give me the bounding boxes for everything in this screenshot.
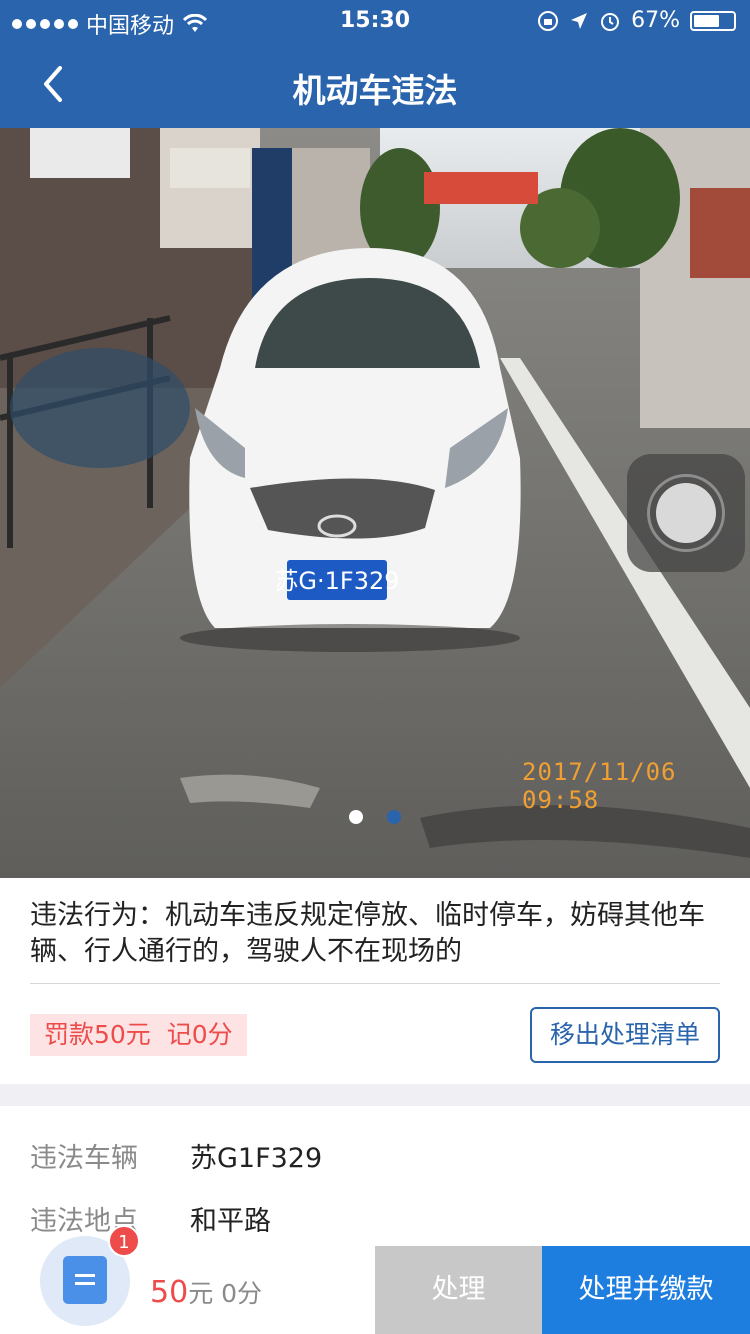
pager-dot-1[interactable] [349, 810, 363, 824]
location-arrow-icon [571, 12, 588, 29]
plate-in-photo: 苏G·1F329 [274, 567, 399, 595]
rotation-lock-icon [538, 10, 559, 31]
battery-icon [690, 10, 736, 31]
process-and-pay-button[interactable]: 处理并缴款 [542, 1246, 750, 1334]
list-count-badge: 1 [108, 1225, 140, 1257]
total-price: 50元 0分 [150, 1274, 262, 1310]
vehicle-label: 违法车辆 [30, 1143, 138, 1174]
battery-percent: 67% [631, 8, 680, 33]
vehicle-value: 苏G1F329 [190, 1143, 323, 1174]
page-title: 机动车违法 [292, 71, 458, 110]
violation-description: 违法行为：机动车违反规定停放、临时停车，妨碍其他车辆、行人通行的，驾驶人不在现场… [30, 900, 705, 967]
remove-from-list-button[interactable]: 移出处理清单 [530, 1007, 720, 1063]
nav-bar: 机动车违法 [0, 40, 750, 128]
divider [30, 983, 720, 984]
photo-timestamp: 2017/11/06 09:58 [522, 758, 677, 814]
pager-dot-2[interactable] [387, 810, 401, 824]
photo-pager[interactable] [0, 810, 750, 824]
price-unit: 元 0分 [188, 1279, 263, 1308]
location-value: 和平路 [190, 1206, 271, 1237]
assistive-touch-button[interactable] [627, 454, 745, 572]
violation-card: 违法行为：机动车违反规定停放、临时停车，妨碍其他车辆、行人通行的，驾驶人不在现场… [0, 878, 750, 1084]
vehicle-row: 违法车辆 苏G1F329 [30, 1136, 322, 1175]
price-amount: 50 [150, 1275, 189, 1310]
process-button[interactable]: 处理 [375, 1246, 542, 1334]
alarm-icon [601, 12, 620, 31]
status-bar: 中国移动 15:30 67% [0, 0, 750, 40]
fine-badge: 罚款50元 记0分 [30, 1014, 247, 1056]
location-row: 违法地点 和平路 [30, 1199, 271, 1238]
document-list-icon [63, 1256, 107, 1304]
